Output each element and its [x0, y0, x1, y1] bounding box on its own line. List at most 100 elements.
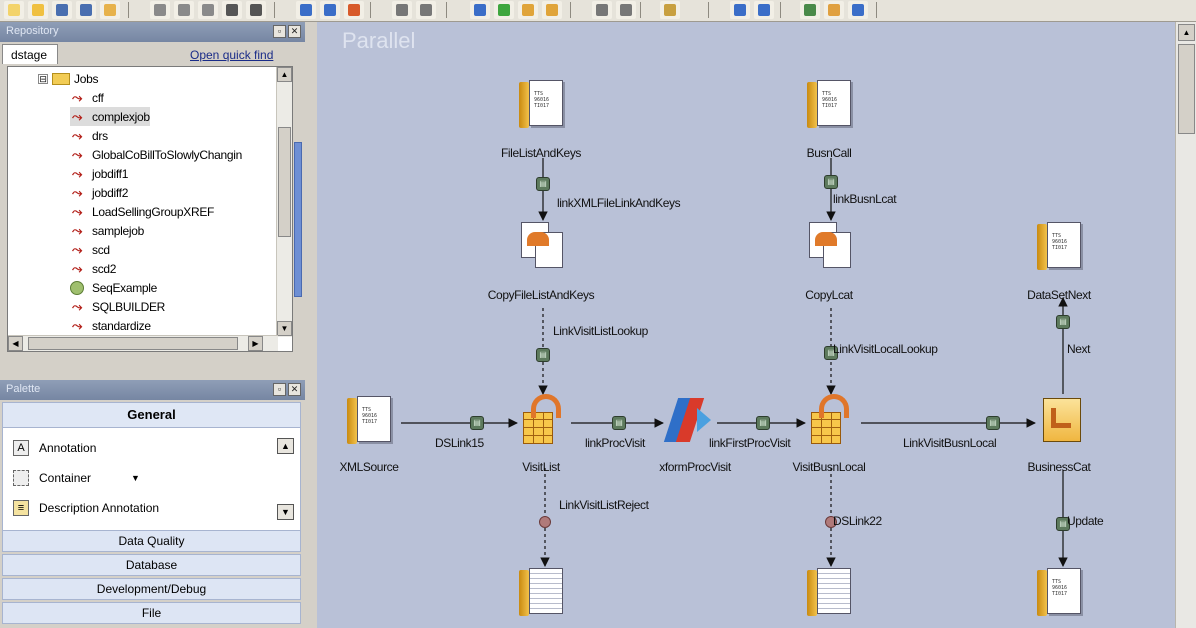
stage-copylcat[interactable] [805, 220, 857, 272]
stage-visitbusn[interactable] [805, 394, 857, 446]
tree-folder-jobs[interactable]: ⊟ Jobs [38, 69, 98, 88]
palette-category[interactable]: File [2, 602, 301, 624]
tree-item[interactable]: ⤳ scd [70, 240, 110, 259]
reject-link-marker-icon[interactable] [539, 516, 551, 528]
dropdown-arrow-icon[interactable]: ▼ [131, 473, 140, 483]
scroll-left-icon[interactable]: ◀ [8, 336, 23, 351]
tree-item[interactable]: ⤳ SQLBUILDER [70, 297, 165, 316]
open-icon[interactable] [28, 1, 48, 19]
pin-icon[interactable]: ▫ [273, 383, 286, 396]
collapse-icon[interactable]: ⊟ [38, 73, 48, 84]
lookup-stage-icon [805, 394, 857, 446]
edit-icon[interactable] [660, 1, 680, 19]
link-icon[interactable] [344, 1, 364, 19]
undo-icon[interactable] [222, 1, 242, 19]
schedule-icon[interactable] [542, 1, 562, 19]
tree-item[interactable]: ⤳ drs [70, 126, 108, 145]
close-icon[interactable]: ✕ [288, 25, 301, 38]
canvas-vertical-scrollbar[interactable]: ▲ [1175, 22, 1196, 628]
close-icon[interactable]: ✕ [288, 383, 301, 396]
zoom-in-icon[interactable] [730, 1, 750, 19]
properties-icon[interactable] [100, 1, 120, 19]
palette-scroll-down-icon[interactable]: ▼ [277, 504, 294, 520]
stage-update_out[interactable]: TTS 96016 TI017 [1035, 566, 1087, 618]
palette-icon-glyph [828, 4, 840, 16]
pin-icon[interactable]: ▫ [273, 25, 286, 38]
tree-item[interactable]: ⤳ complexjob [70, 107, 150, 126]
stage-datasetnext[interactable]: TTS 96016 TI017 [1035, 220, 1087, 272]
tree-item[interactable]: ⤳ scd2 [70, 259, 117, 278]
palette-item-container[interactable]: Container ▼ [13, 468, 140, 488]
scroll-up-icon[interactable]: ▲ [277, 67, 292, 82]
tree-item[interactable]: ⤳ jobdiff1 [70, 164, 128, 183]
redo-icon[interactable] [246, 1, 266, 19]
grid-icon-glyph [396, 4, 408, 16]
save-icon[interactable] [52, 1, 72, 19]
stage-visitlist[interactable] [517, 394, 569, 446]
link-marker-icon[interactable]: ▤ [612, 416, 626, 430]
tree-hscroll-thumb[interactable] [28, 337, 238, 350]
canvas-scroll-thumb[interactable] [1178, 44, 1195, 134]
scroll-down-icon[interactable]: ▼ [277, 321, 292, 336]
snap-icon[interactable] [416, 1, 436, 19]
palette-icon[interactable] [824, 1, 844, 19]
link-marker-icon[interactable]: ▤ [756, 416, 770, 430]
stage-filelist[interactable]: TTS 96016 TI017 [517, 78, 569, 130]
paste-icon[interactable] [198, 1, 218, 19]
tree-item[interactable]: ⤳ cff [70, 88, 104, 107]
tree-item[interactable]: ⤳ LoadSellingGroupXREF [70, 202, 214, 221]
run-icon[interactable] [494, 1, 514, 19]
connect-icon[interactable] [800, 1, 820, 19]
stage-businesscat[interactable] [1035, 394, 1087, 446]
panel-splitter[interactable] [294, 142, 302, 297]
palette-item-description-annotation[interactable]: ≡ Description Annotation [13, 498, 159, 518]
stage-xmlsource[interactable]: TTS 96016 TI017 [345, 394, 397, 446]
link-marker-icon[interactable]: ▤ [536, 348, 550, 362]
zoom-out-icon[interactable] [754, 1, 774, 19]
tree-item[interactable]: SeqExample [70, 278, 157, 297]
tab-dstage[interactable]: dstage [2, 44, 58, 64]
save-all-icon[interactable] [76, 1, 96, 19]
link-marker-icon[interactable]: ▤ [824, 175, 838, 189]
palette-item-label: Description Annotation [39, 501, 160, 515]
palette-category[interactable]: Data Quality [2, 530, 301, 552]
link-marker-icon[interactable]: ▤ [536, 177, 550, 191]
open-quick-find-link[interactable]: Open quick find [190, 48, 273, 62]
tree-item[interactable]: ⤳ jobdiff2 [70, 183, 128, 202]
job-properties-icon[interactable] [518, 1, 538, 19]
table-icon[interactable] [592, 1, 612, 19]
stage-xform[interactable] [663, 394, 715, 446]
tree-item[interactable]: ⤳ samplejob [70, 221, 144, 240]
palette-category[interactable]: Database [2, 554, 301, 576]
palette-category[interactable]: Development/Debug [2, 578, 301, 600]
stage-label: VisitBusnLocal [792, 460, 866, 474]
job-design-canvas[interactable]: Parallel TTS 96016 TI017 FileListAndKeys Cop… [317, 22, 1175, 628]
link-marker-icon[interactable]: ▤ [470, 416, 484, 430]
link-marker-icon[interactable]: ▤ [1056, 315, 1070, 329]
palette-scroll-up-icon[interactable]: ▲ [277, 438, 294, 454]
grid-icon[interactable] [392, 1, 412, 19]
link-marker-icon[interactable]: ▤ [986, 416, 1000, 430]
compile-icon[interactable] [470, 1, 490, 19]
copy-icon[interactable] [174, 1, 194, 19]
stage-copyfile[interactable] [517, 220, 569, 272]
palette-category-general[interactable]: General [2, 402, 301, 428]
history-icon[interactable] [320, 1, 340, 19]
palette-item-annotation[interactable]: A Annotation [13, 438, 96, 458]
scroll-right-icon[interactable]: ▶ [248, 336, 263, 351]
stage-busncall[interactable]: TTS 96016 TI017 [805, 78, 857, 130]
tree-item[interactable]: ⤳ GlobalCoBillToSlowlyChangin [70, 145, 242, 164]
scroll-up-icon[interactable]: ▲ [1178, 24, 1195, 41]
stage-reject1[interactable] [517, 566, 569, 618]
help-icon[interactable] [848, 1, 868, 19]
stage-reject2[interactable] [805, 566, 857, 618]
tree-horizontal-scrollbar[interactable]: ◀ ▶ [8, 335, 278, 351]
print-icon[interactable] [616, 1, 636, 19]
stage-label: XMLSource [339, 460, 399, 474]
tree-scroll-thumb[interactable] [278, 127, 291, 237]
new-job-icon[interactable] [4, 1, 24, 19]
tree-vertical-scrollbar[interactable]: ▲ ▼ [276, 67, 292, 337]
find-icon[interactable] [296, 1, 316, 19]
cut-icon[interactable] [150, 1, 170, 19]
tree-item[interactable]: ⤳ standardize [70, 316, 151, 335]
